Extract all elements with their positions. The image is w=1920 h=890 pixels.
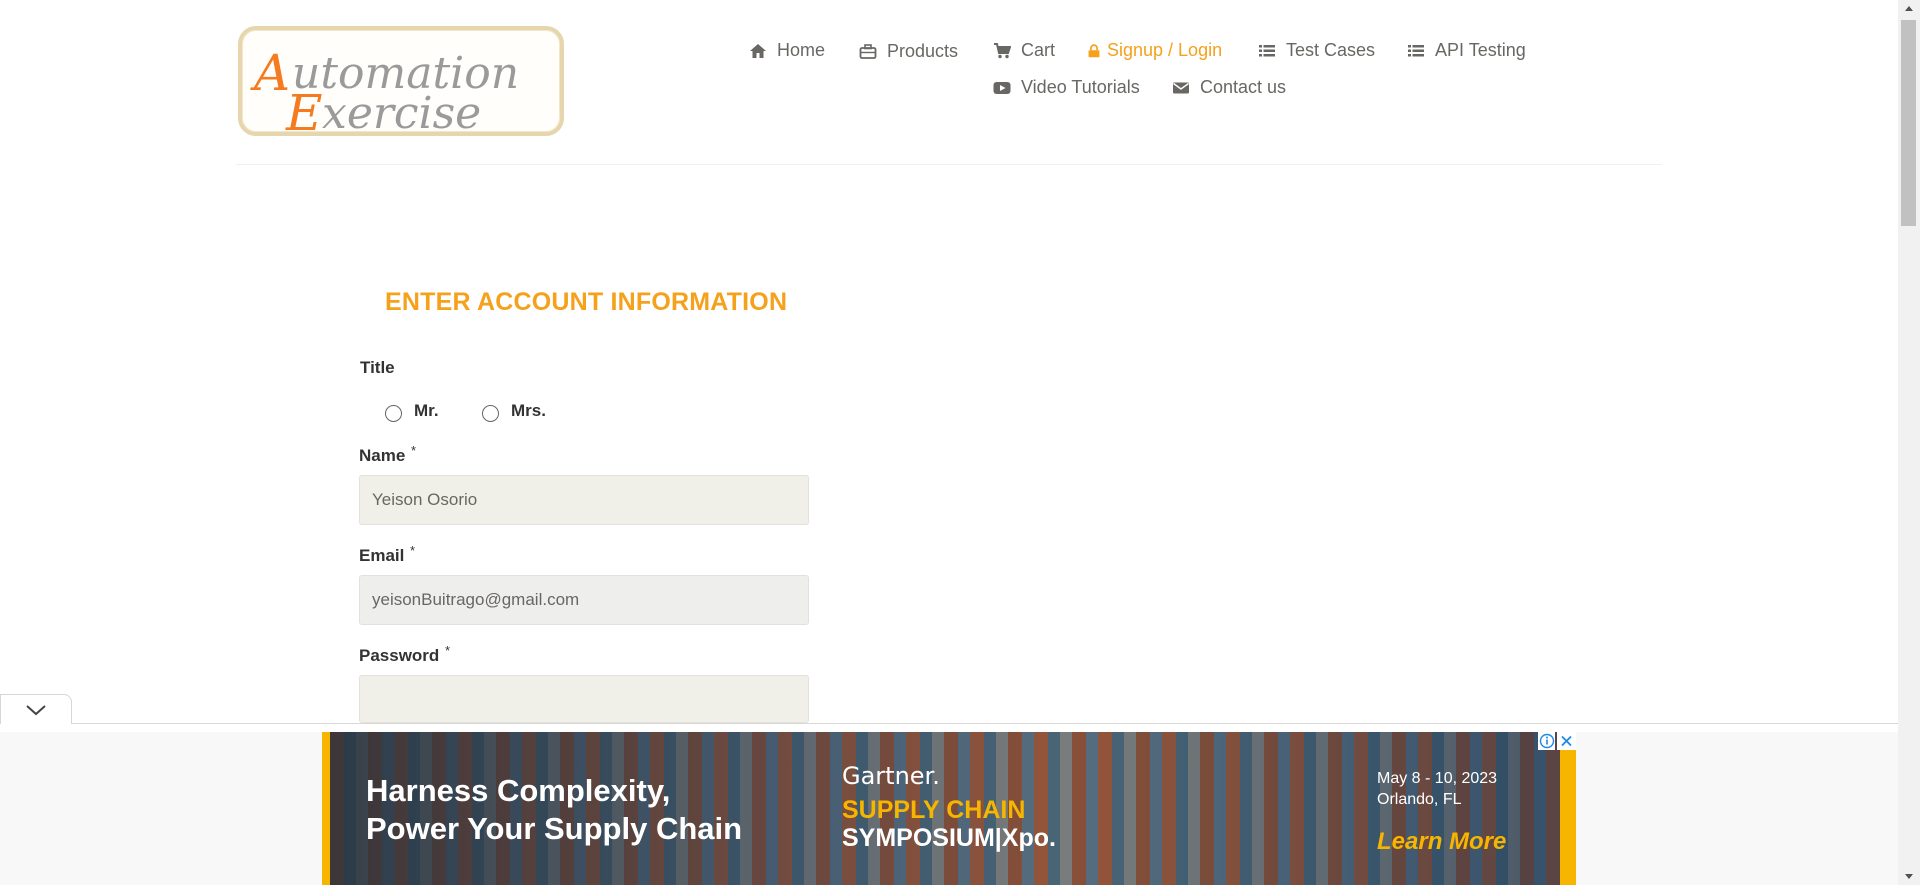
email-required-mark: *	[410, 543, 416, 558]
arrow-down-icon	[1905, 874, 1913, 879]
title-label: Title	[360, 358, 395, 377]
email-field[interactable]	[359, 575, 809, 625]
list-icon	[1408, 44, 1424, 56]
ad-learn-more-link[interactable]: Learn More	[1377, 828, 1506, 856]
password-field[interactable]	[359, 675, 809, 723]
ad-banner[interactable]: Harness Complexity, Power Your Supply Ch…	[322, 732, 1576, 885]
email-label: Email	[359, 546, 405, 565]
name-field[interactable]	[359, 475, 809, 525]
svg-text:xercise: xercise	[322, 88, 481, 139]
site-logo[interactable]: A utomation E xercise	[238, 26, 564, 140]
svg-text:E: E	[285, 84, 323, 140]
ad-headline-line2: Power Your Supply Chain	[366, 811, 743, 846]
nav-api-testing-label: API Testing	[1435, 40, 1526, 60]
nav-home[interactable]: Home	[749, 40, 825, 61]
ad-headline: Harness Complexity, Power Your Supply Ch…	[366, 772, 742, 848]
ad-collapse-button[interactable]	[0, 694, 72, 724]
ad-brand: Gartner.	[842, 762, 940, 790]
lock-icon	[1088, 43, 1100, 57]
svg-text:A: A	[250, 44, 290, 102]
radio-mrs[interactable]	[482, 405, 499, 422]
radio-mr[interactable]	[385, 405, 402, 422]
ad-divider	[0, 723, 1898, 724]
nav-test-cases-label: Test Cases	[1286, 40, 1376, 60]
name-required-mark: *	[411, 443, 417, 458]
nav-signup-login-label: Signup / Login	[1107, 40, 1223, 60]
password-label: Password	[359, 646, 440, 665]
info-icon	[1539, 733, 1555, 749]
radio-mr-label[interactable]: Mr.	[414, 401, 439, 421]
nav-video-tutorials-label: Video Tutorials	[1021, 77, 1140, 97]
password-required-mark: *	[445, 643, 451, 658]
close-icon	[1561, 735, 1572, 747]
list-icon	[1259, 44, 1275, 56]
form-heading: ENTER ACCOUNT INFORMATION	[385, 288, 788, 316]
nav-video-tutorials[interactable]: Video Tutorials	[993, 77, 1140, 98]
nav-home-label: Home	[777, 40, 826, 60]
nav-contact-us-label: Contact us	[1200, 77, 1287, 97]
nav-cart-label: Cart	[1021, 40, 1056, 60]
cart-icon	[994, 42, 1011, 58]
nav-test-cases[interactable]: Test Cases	[1258, 40, 1375, 61]
ad-headline-line1: Harness Complexity,	[366, 773, 671, 808]
name-label: Name	[359, 446, 406, 465]
nav-contact-us[interactable]: Contact us	[1172, 77, 1286, 98]
logo-wordmark-icon: A utomation E xercise	[250, 44, 519, 140]
nav-products[interactable]: Products	[859, 41, 958, 62]
scroll-up-button[interactable]	[1898, 0, 1920, 17]
nav-signup-login[interactable]: Signup / Login	[1087, 40, 1222, 61]
header-divider	[236, 164, 1662, 165]
ad-date: May 8 - 10, 2023 Orlando, FL	[1377, 768, 1497, 810]
arrow-up-icon	[1905, 6, 1913, 11]
ad-info-button[interactable]	[1538, 732, 1555, 750]
briefcase-icon	[859, 43, 877, 59]
ad-close-button[interactable]	[1557, 732, 1576, 750]
nav-products-label: Products	[887, 41, 959, 61]
envelope-icon	[1173, 82, 1189, 93]
ad-date-line1: May 8 - 10, 2023	[1377, 770, 1498, 787]
ad-date-line2: Orlando, FL	[1377, 791, 1462, 808]
nav-cart[interactable]: Cart	[993, 40, 1055, 61]
nav-api-testing[interactable]: API Testing	[1407, 40, 1526, 61]
youtube-icon	[993, 81, 1011, 94]
chevron-down-icon	[26, 705, 46, 716]
radio-mrs-label[interactable]: Mrs.	[511, 401, 546, 421]
scrollbar-thumb[interactable]	[1901, 20, 1916, 226]
ad-accent-bar	[1560, 732, 1576, 885]
scroll-down-button[interactable]	[1898, 868, 1920, 885]
ad-event-line1: SUPPLY CHAIN	[842, 796, 1026, 824]
home-icon	[750, 43, 766, 58]
ad-event-line2: SYMPOSIUM|Xpo.	[842, 824, 1056, 852]
